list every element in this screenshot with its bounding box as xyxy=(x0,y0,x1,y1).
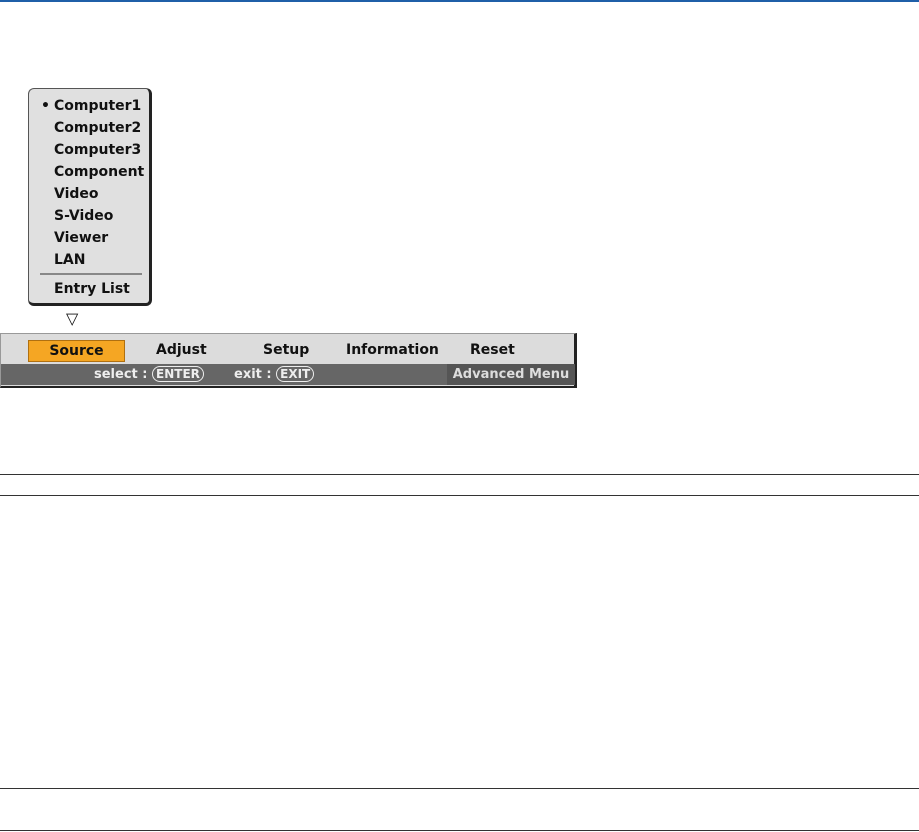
menu-bar: Source Adjust Setup Information Reset se… xyxy=(0,333,577,388)
rule xyxy=(0,474,919,475)
tab-reset[interactable]: Reset xyxy=(470,340,515,360)
source-item-s-video[interactable]: S-Video xyxy=(54,208,113,224)
source-item-computer2[interactable]: Computer2 xyxy=(54,120,141,136)
source-item-entry-list[interactable]: Entry List xyxy=(54,281,130,297)
tab-information[interactable]: Information xyxy=(346,340,439,360)
exit-key: EXIT xyxy=(276,366,315,382)
rule xyxy=(0,788,919,789)
status-bar: select : ENTER exit : EXIT Advanced Menu xyxy=(1,364,575,385)
source-item-component[interactable]: Component xyxy=(54,164,144,180)
select-label: select : xyxy=(94,367,148,382)
enter-key: ENTER xyxy=(152,366,204,382)
down-triangle-icon: ▽ xyxy=(66,309,79,328)
rule xyxy=(0,495,919,496)
item-label: Computer1 xyxy=(54,98,142,114)
source-item-viewer[interactable]: Viewer xyxy=(54,230,108,246)
advanced-menu-label: Advanced Menu xyxy=(447,364,575,385)
source-item-lan[interactable]: LAN xyxy=(54,252,85,268)
source-item-video[interactable]: Video xyxy=(54,186,99,202)
select-hint: select : ENTER xyxy=(94,364,204,385)
divider xyxy=(40,273,142,275)
source-popup-menu: • Computer1 Computer2 Computer3 Component… xyxy=(28,88,152,306)
rule xyxy=(0,830,919,831)
tab-adjust[interactable]: Adjust xyxy=(156,340,207,360)
exit-label: exit : xyxy=(234,367,272,382)
source-item-computer3[interactable]: Computer3 xyxy=(54,142,141,158)
tab-setup[interactable]: Setup xyxy=(263,340,309,360)
top-rule xyxy=(0,0,919,2)
selected-bullet: • xyxy=(41,98,50,114)
source-item-computer1[interactable]: • Computer1 xyxy=(41,98,142,114)
tab-source[interactable]: Source xyxy=(28,340,125,362)
exit-hint: exit : EXIT xyxy=(234,364,315,385)
